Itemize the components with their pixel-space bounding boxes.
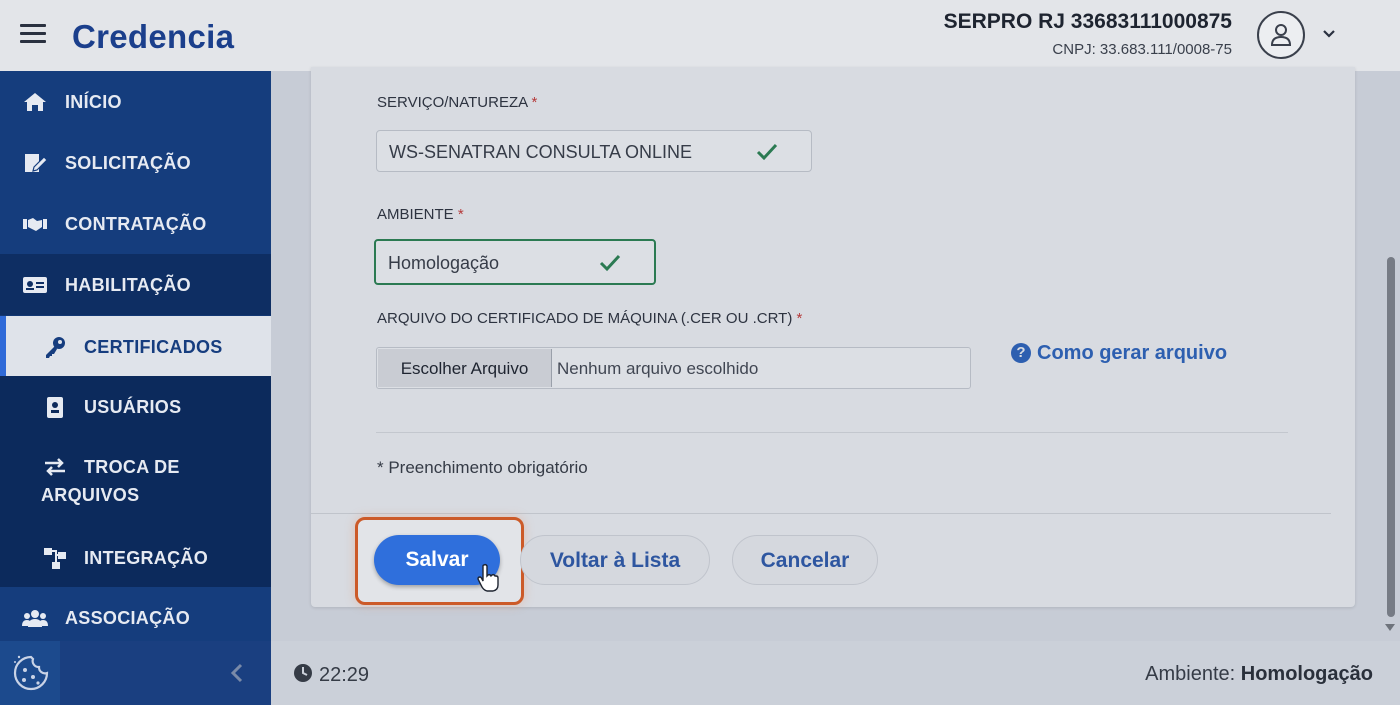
clock-icon [294, 664, 312, 682]
back-to-list-button[interactable]: Voltar à Lista [520, 535, 710, 585]
sidebar-item-label: CONTRATAÇÃO [65, 214, 207, 234]
check-icon [756, 143, 778, 161]
organization-name: SERPRO RJ 33683111000875 [943, 10, 1232, 33]
cancel-button[interactable]: Cancelar [732, 535, 878, 585]
required-note: * Preenchimento obrigatório [377, 458, 588, 477]
menu-icon[interactable] [20, 24, 46, 44]
sidebar-item-inicio[interactable]: INÍCIO [0, 71, 271, 132]
user-icon [1270, 24, 1292, 46]
session-clock: 22:29 [293, 663, 369, 687]
sidebar-item-label: USUÁRIOS [84, 397, 182, 417]
file-status: Nenhum arquivo escolhido [557, 359, 759, 378]
home-icon [24, 93, 46, 111]
sidebar-item-troca-de-arquivos[interactable]: TROCA DE ARQUIVOS [0, 437, 271, 527]
top-header: Credencia SERPRO RJ 33683111000875 CNPJ:… [0, 0, 1400, 71]
sidebar-item-label: INTEGRAÇÃO [84, 548, 208, 568]
environment-label: AMBIENTE * [377, 206, 464, 223]
badge-icon [47, 397, 63, 418]
sidebar-item-usuarios[interactable]: USUÁRIOS [0, 376, 271, 437]
sidebar-item-label: HABILITAÇÃO [65, 275, 191, 295]
sidebar-footer [0, 641, 271, 705]
sidebar-item-label: SOLICITAÇÃO [65, 153, 191, 173]
sidebar-item-label: TROCA DE ARQUIVOS [41, 457, 180, 505]
choose-file-button[interactable]: Escolher Arquivo [378, 349, 552, 387]
app-logo[interactable]: Credencia [72, 18, 234, 56]
sidebar-item-associacao[interactable]: ASSOCIAÇÃO [0, 587, 271, 648]
environment-indicator: Ambiente: Homologação [1145, 663, 1373, 685]
organization-cnpj: CNPJ: 33.683.111/0008-75 [1052, 41, 1232, 58]
user-avatar[interactable] [1257, 11, 1305, 59]
service-value: WS-SENATRAN CONSULTA ONLINE [389, 142, 693, 162]
cookie-settings-button[interactable] [0, 641, 60, 705]
status-bar: 22:29 Ambiente: Homologação [271, 641, 1400, 705]
sidebar-item-solicitacao[interactable]: SOLICITAÇÃO [0, 132, 271, 193]
sidebar-item-integracao[interactable]: INTEGRAÇÃO [0, 527, 271, 588]
how-to-generate-file-link[interactable]: ? Como gerar arquivo [1011, 342, 1227, 365]
environment-value: Homologação [388, 253, 500, 273]
cookie-icon [13, 655, 49, 691]
scroll-down-arrow-icon[interactable] [1384, 621, 1396, 633]
sidebar-item-contratacao[interactable]: CONTRATAÇÃO [0, 193, 271, 254]
sidebar: INÍCIO SOLICITAÇÃO CONTRATAÇÃO HABILITAÇ… [0, 71, 271, 648]
chevron-left-icon[interactable] [226, 661, 248, 685]
sidebar-item-certificados[interactable]: CERTIFICADOS [0, 316, 271, 377]
certificate-file-label: ARQUIVO DO CERTIFICADO DE MÁQUINA (.CER … [377, 310, 803, 327]
actions-divider [311, 513, 1331, 514]
key-icon [46, 337, 65, 358]
question-circle-icon: ? [1011, 343, 1031, 363]
sidebar-item-label: CERTIFICADOS [84, 337, 223, 357]
sitemap-icon [44, 548, 66, 569]
service-label: SERVIÇO/NATUREZA * [377, 94, 538, 111]
handshake-icon [23, 218, 47, 231]
users-icon [22, 610, 48, 627]
hand-cursor-icon [477, 563, 499, 592]
sidebar-item-label: ASSOCIAÇÃO [65, 608, 191, 628]
scroll-thumb[interactable] [1387, 257, 1395, 617]
sidebar-item-habilitacao[interactable]: HABILITAÇÃO [0, 254, 271, 315]
form-divider [376, 432, 1288, 433]
chevron-down-icon[interactable] [1320, 24, 1338, 42]
id-card-icon [23, 277, 47, 293]
certificate-file-input[interactable]: Escolher Arquivo Nenhum arquivo escolhid… [376, 347, 971, 389]
service-field[interactable]: WS-SENATRAN CONSULTA ONLINE [376, 130, 812, 172]
vertical-scrollbar[interactable] [1384, 71, 1398, 641]
check-icon [599, 254, 621, 272]
edit-document-icon [25, 154, 48, 172]
environment-field[interactable]: Homologação [374, 239, 656, 285]
sidebar-item-label: INÍCIO [65, 92, 122, 112]
